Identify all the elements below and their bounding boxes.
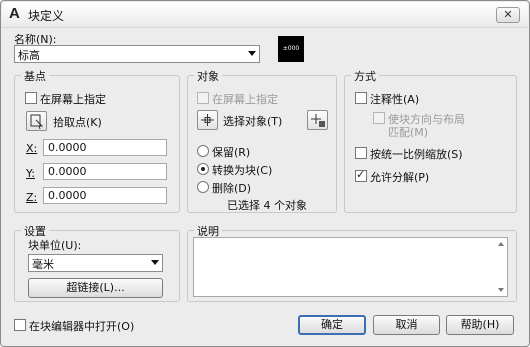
- match-orientation-checkbox[interactable]: [373, 112, 385, 124]
- quick-select-button[interactable]: [307, 110, 328, 130]
- help-button[interactable]: 帮助(H): [446, 315, 514, 335]
- base-specify-on-screen-label: 在屏幕上指定: [40, 93, 106, 106]
- objects-title: 对象: [194, 68, 222, 84]
- block-unit-dropdown[interactable]: 毫米: [28, 254, 163, 272]
- open-in-block-editor-label: 在块编辑器中打开(O): [29, 320, 135, 333]
- retain-radio[interactable]: [197, 145, 209, 157]
- description-textarea[interactable]: [193, 237, 508, 297]
- x-coordinate-input[interactable]: 0.0000: [43, 139, 167, 156]
- retain-label: 保留(R): [212, 146, 251, 159]
- close-icon: ✕: [503, 8, 513, 21]
- pick-point-icon: [30, 114, 44, 130]
- close-button[interactable]: ✕: [496, 7, 520, 23]
- cancel-button[interactable]: 取消: [373, 315, 440, 335]
- help-label: 帮助(H): [460, 318, 500, 331]
- preview-text: ±000: [282, 45, 300, 52]
- base-point-title: 基点: [21, 68, 49, 84]
- pick-point-label: 拾取点(K): [53, 116, 102, 129]
- allow-exploding-checkbox[interactable]: [355, 168, 367, 182]
- convert-to-block-radio[interactable]: [197, 163, 209, 175]
- title-bar: A 块定义 ✕: [2, 2, 528, 28]
- chevron-down-icon: [248, 51, 256, 56]
- select-objects-label: 选择对象(T): [223, 115, 283, 128]
- name-value: 标高: [18, 49, 40, 62]
- annotative-checkbox[interactable]: [355, 92, 367, 104]
- name-combobox[interactable]: 标高: [14, 45, 260, 63]
- ok-label: 确定: [321, 318, 343, 331]
- hyperlink-button[interactable]: 超链接(L)...: [28, 278, 163, 298]
- pick-point-button[interactable]: [26, 111, 47, 131]
- scroll-down-arrow-icon[interactable]: [498, 288, 504, 292]
- z-label: Z:: [26, 191, 38, 204]
- y-value: 0.0000: [48, 165, 87, 178]
- open-in-block-editor-checkbox[interactable]: [14, 319, 26, 331]
- selected-objects-count: 已选择 4 个对象: [227, 199, 307, 212]
- chevron-down-icon: [151, 260, 159, 265]
- block-unit-label: 块单位(U):: [28, 239, 82, 252]
- delete-radio[interactable]: [197, 181, 209, 193]
- objects-specify-on-screen-label: 在屏幕上指定: [212, 93, 278, 106]
- cancel-label: 取消: [395, 318, 418, 331]
- scale-uniformly-label: 按统一比例缩放(S): [370, 148, 463, 161]
- quick-select-icon: [311, 114, 325, 127]
- block-unit-value: 毫米: [32, 258, 54, 271]
- y-coordinate-input[interactable]: 0.0000: [43, 163, 167, 180]
- base-specify-on-screen-checkbox[interactable]: [25, 92, 37, 104]
- match-orientation-label-line2: 匹配(M): [388, 126, 429, 139]
- select-objects-button[interactable]: [197, 110, 218, 130]
- dialog-title: 块定义: [28, 9, 65, 23]
- annotative-label: 注释性(A): [370, 93, 420, 106]
- allow-exploding-label: 允许分解(P): [370, 171, 430, 184]
- behavior-title: 方式: [351, 68, 379, 84]
- z-coordinate-input[interactable]: 0.0000: [43, 187, 167, 204]
- delete-label: 删除(D): [212, 182, 252, 195]
- block-definition-dialog: A 块定义 ✕ 名称(N): 标高 ±000 基点 在屏幕上指定 拾取点(K) …: [0, 0, 530, 347]
- x-label: X:: [26, 142, 38, 155]
- autocad-logo-icon: A: [9, 5, 20, 22]
- block-preview-thumbnail: ±000: [278, 36, 304, 62]
- x-value: 0.0000: [48, 141, 87, 154]
- ok-button[interactable]: 确定: [298, 315, 366, 335]
- scroll-up-arrow-icon[interactable]: [498, 242, 504, 246]
- crosshair-icon: [201, 114, 214, 126]
- hyperlink-label: 超链接(L)...: [66, 281, 125, 294]
- scale-uniformly-checkbox[interactable]: [355, 147, 367, 159]
- z-value: 0.0000: [48, 189, 87, 202]
- objects-specify-on-screen-checkbox[interactable]: [197, 92, 209, 104]
- convert-to-block-label: 转换为块(C): [212, 164, 273, 177]
- y-label: Y:: [26, 167, 35, 180]
